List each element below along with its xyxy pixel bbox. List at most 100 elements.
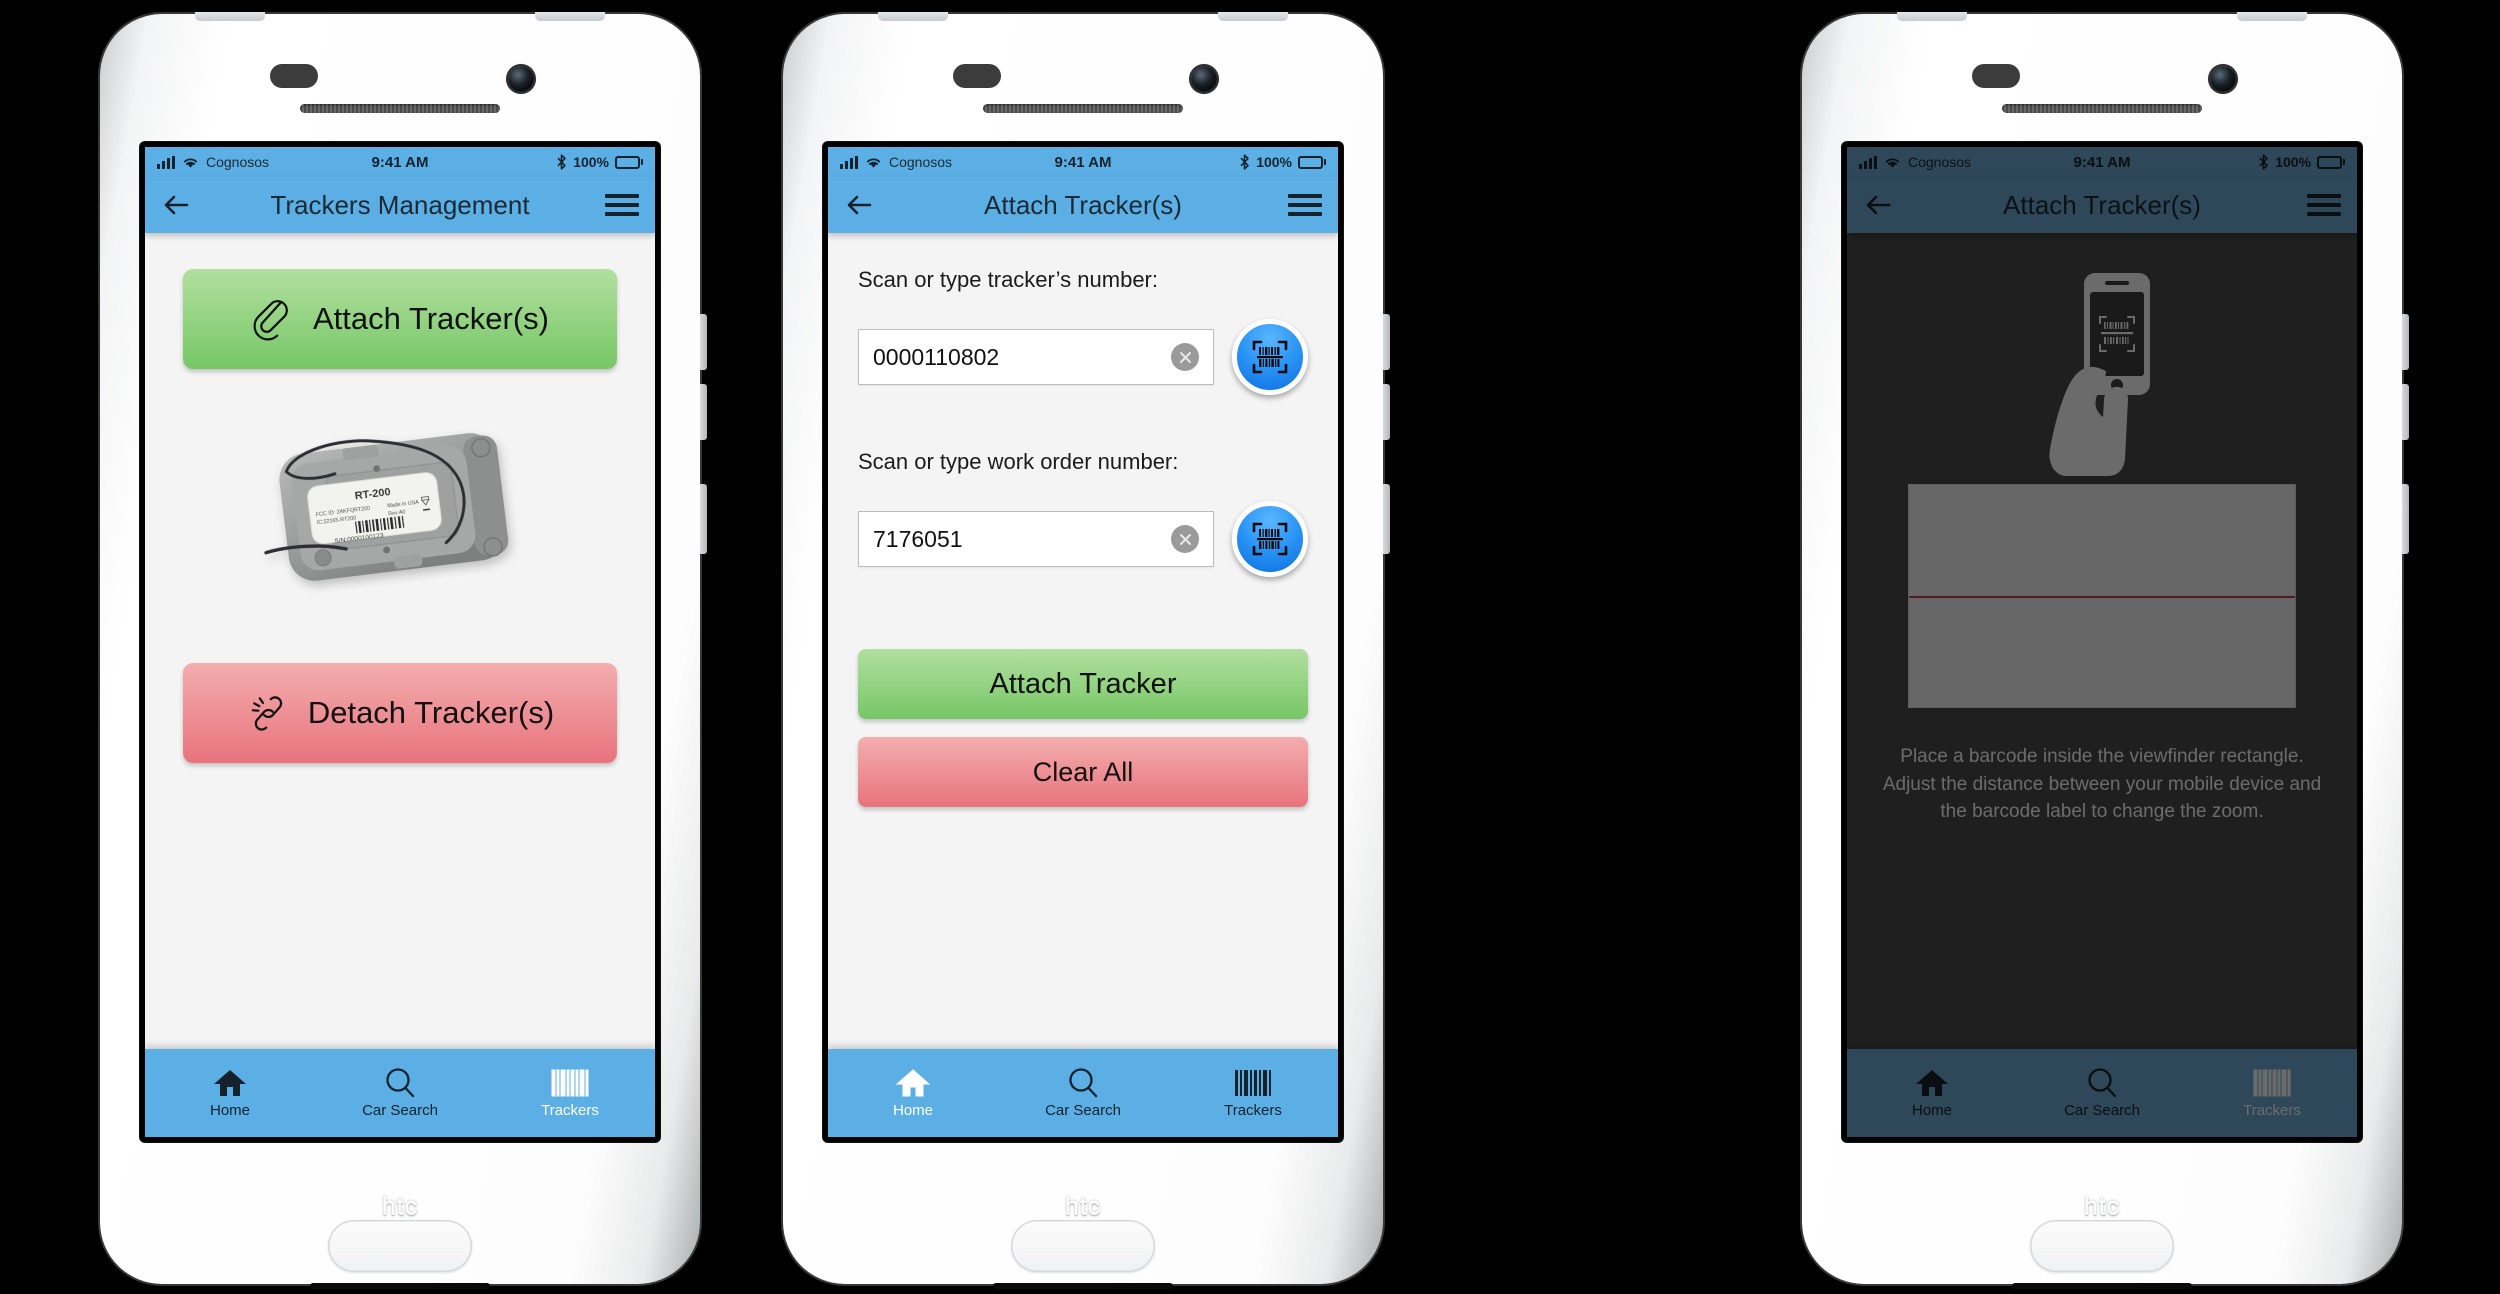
magnifier-icon	[386, 1068, 415, 1098]
screen-trackers-management: Cognosos 9:41 AM 100% Trackers Managemen…	[145, 147, 655, 1137]
screen2-content: Scan or type tracker’s number: 000011080…	[828, 233, 1338, 1049]
tab-car-search-label: Car Search	[1045, 1102, 1121, 1119]
antenna-line-right	[535, 12, 605, 21]
paperclip-icon	[253, 300, 288, 341]
tab-car-search[interactable]: Car Search	[998, 1049, 1168, 1137]
antenna-line-right	[1218, 12, 1288, 21]
bottom-tab-bar: Home Car Search Trackers	[828, 1049, 1338, 1137]
clear-all-button[interactable]: Clear All	[858, 737, 1308, 807]
home-hardware-button[interactable]	[2030, 1220, 2174, 1272]
tab-trackers-label: Trackers	[1224, 1102, 1282, 1119]
nav-bar: Attach Tracker(s)	[1847, 177, 2357, 233]
status-bar: Cognosos 9:41 AM 100%	[145, 147, 655, 177]
tab-car-search-label: Car Search	[2064, 1102, 2140, 1119]
power-button[interactable]	[700, 484, 707, 554]
tab-car-search[interactable]: Car Search	[2017, 1049, 2187, 1137]
antenna-line-left	[878, 12, 948, 21]
power-button[interactable]	[1383, 484, 1390, 554]
bottom-tab-bar: Home Car Search Trackers	[1847, 1049, 2357, 1137]
hamburger-menu-icon[interactable]	[2307, 194, 2341, 216]
battery-full-icon	[615, 155, 643, 169]
tracker-number-value: 0000110802	[873, 343, 1000, 370]
barcode-icon	[551, 1069, 589, 1097]
hand-holding-phone-scanning-icon	[2049, 273, 2150, 476]
wifi-icon	[866, 158, 881, 168]
tracker-number-label: Scan or type tracker’s number:	[858, 267, 1158, 292]
screen1-content: Attach Tracker(s) RT-200 FCC ID: 2AKFQRT…	[145, 233, 655, 1049]
barcode-scan-icon	[1252, 522, 1288, 556]
page-title: Trackers Management	[270, 189, 530, 220]
clear-circle-icon[interactable]	[1171, 525, 1199, 553]
scan-work-order-barcode-button[interactable]	[1232, 501, 1308, 577]
scanner-help-text: Place a barcode inside the viewfinder re…	[1882, 746, 2322, 823]
signal-bars-icon	[1859, 155, 1877, 169]
bottom-antenna-notch	[310, 1283, 490, 1289]
back-arrow-icon[interactable]	[161, 190, 191, 220]
tab-trackers[interactable]: Trackers	[2187, 1049, 2357, 1137]
volume-down-button[interactable]	[700, 384, 707, 440]
antenna-line-right	[2237, 12, 2307, 21]
scan-tracker-barcode-button[interactable]	[1232, 319, 1308, 395]
bottom-antenna-notch	[2012, 1283, 2192, 1289]
rt-200-tracker-photo: RT-200 FCC ID: 2AKFQRT200 IC:22165-RT200…	[264, 433, 509, 581]
work-order-number-row: 7176051	[858, 501, 1308, 577]
phone-device-attach-tracker-form: Cognosos 9:41 AM 100% Attach Tracker(s) …	[776, 7, 1390, 1291]
clear-circle-icon[interactable]	[1171, 343, 1199, 371]
device-brand-logo: htc	[2083, 1193, 2121, 1221]
home-hardware-button[interactable]	[328, 1220, 472, 1272]
front-camera-icon	[2210, 66, 2236, 92]
hamburger-menu-icon[interactable]	[605, 194, 639, 216]
back-arrow-icon[interactable]	[1863, 190, 1893, 220]
broken-link-icon	[251, 696, 282, 731]
attach-tracker-submit-button[interactable]: Attach Tracker	[858, 649, 1308, 719]
earpiece-speaker	[300, 104, 500, 113]
volume-up-button[interactable]	[1383, 314, 1390, 370]
battery-percent: 100%	[2275, 154, 2311, 170]
work-order-number-input[interactable]: 7176051	[858, 511, 1214, 567]
tab-trackers[interactable]: Trackers	[485, 1049, 655, 1137]
clear-all-label: Clear All	[1032, 756, 1134, 787]
screen-bezel: Cognosos 9:41 AM 100%	[823, 142, 1343, 1142]
front-camera-icon	[508, 66, 534, 92]
back-arrow-icon[interactable]	[844, 190, 874, 220]
detach-trackers-button[interactable]: Detach Tracker(s)	[183, 663, 617, 763]
screen-bezel: Cognosos 9:41 AM 100%	[140, 142, 660, 1142]
tracker-number-input[interactable]: 0000110802	[858, 329, 1214, 385]
signal-bars-icon	[157, 155, 175, 169]
bluetooth-icon	[1240, 154, 1249, 170]
tab-home-label: Home	[1911, 1102, 1952, 1119]
volume-up-button[interactable]	[2402, 314, 2409, 370]
volume-down-button[interactable]	[2402, 384, 2409, 440]
nav-bar: Attach Tracker(s)	[828, 177, 1338, 233]
work-order-number-label: Scan or type work order number:	[858, 449, 1179, 474]
nav-bar: Trackers Management	[145, 177, 655, 233]
tab-home-label: Home	[892, 1102, 933, 1119]
device-brand-logo: htc	[381, 1193, 419, 1221]
screen-bezel: Cognosos 9:41 AM 100%	[1842, 142, 2362, 1142]
battery-percent: 100%	[1256, 154, 1292, 170]
battery-full-icon	[2317, 155, 2345, 169]
tab-home[interactable]: Home	[828, 1049, 998, 1137]
tab-home-label: Home	[209, 1102, 250, 1119]
screen-attach-tracker-form: Cognosos 9:41 AM 100% Attach Tracker(s) …	[828, 147, 1338, 1137]
carrier-name: Cognosos	[1908, 154, 1972, 170]
volume-down-button[interactable]	[1383, 384, 1390, 440]
detach-trackers-label: Detach Tracker(s)	[307, 695, 555, 730]
battery-percent: 100%	[573, 154, 609, 170]
page-title: Attach Tracker(s)	[2003, 189, 2201, 220]
hamburger-menu-icon[interactable]	[1288, 194, 1322, 216]
bluetooth-icon	[2259, 154, 2268, 170]
page-title: Attach Tracker(s)	[984, 189, 1182, 220]
tab-home[interactable]: Home	[145, 1049, 315, 1137]
home-hardware-button[interactable]	[1011, 1220, 1155, 1272]
tracker-number-row: 0000110802	[858, 319, 1308, 395]
status-bar: Cognosos 9:41 AM 100%	[828, 147, 1338, 177]
tab-car-search[interactable]: Car Search	[315, 1049, 485, 1137]
attach-trackers-button[interactable]: Attach Tracker(s)	[183, 269, 617, 369]
tab-trackers[interactable]: Trackers	[1168, 1049, 1338, 1137]
power-button[interactable]	[2402, 484, 2409, 554]
volume-up-button[interactable]	[700, 314, 707, 370]
tab-trackers-label: Trackers	[2243, 1102, 2301, 1119]
tab-home[interactable]: Home	[1847, 1049, 2017, 1137]
home-icon	[895, 1069, 931, 1097]
